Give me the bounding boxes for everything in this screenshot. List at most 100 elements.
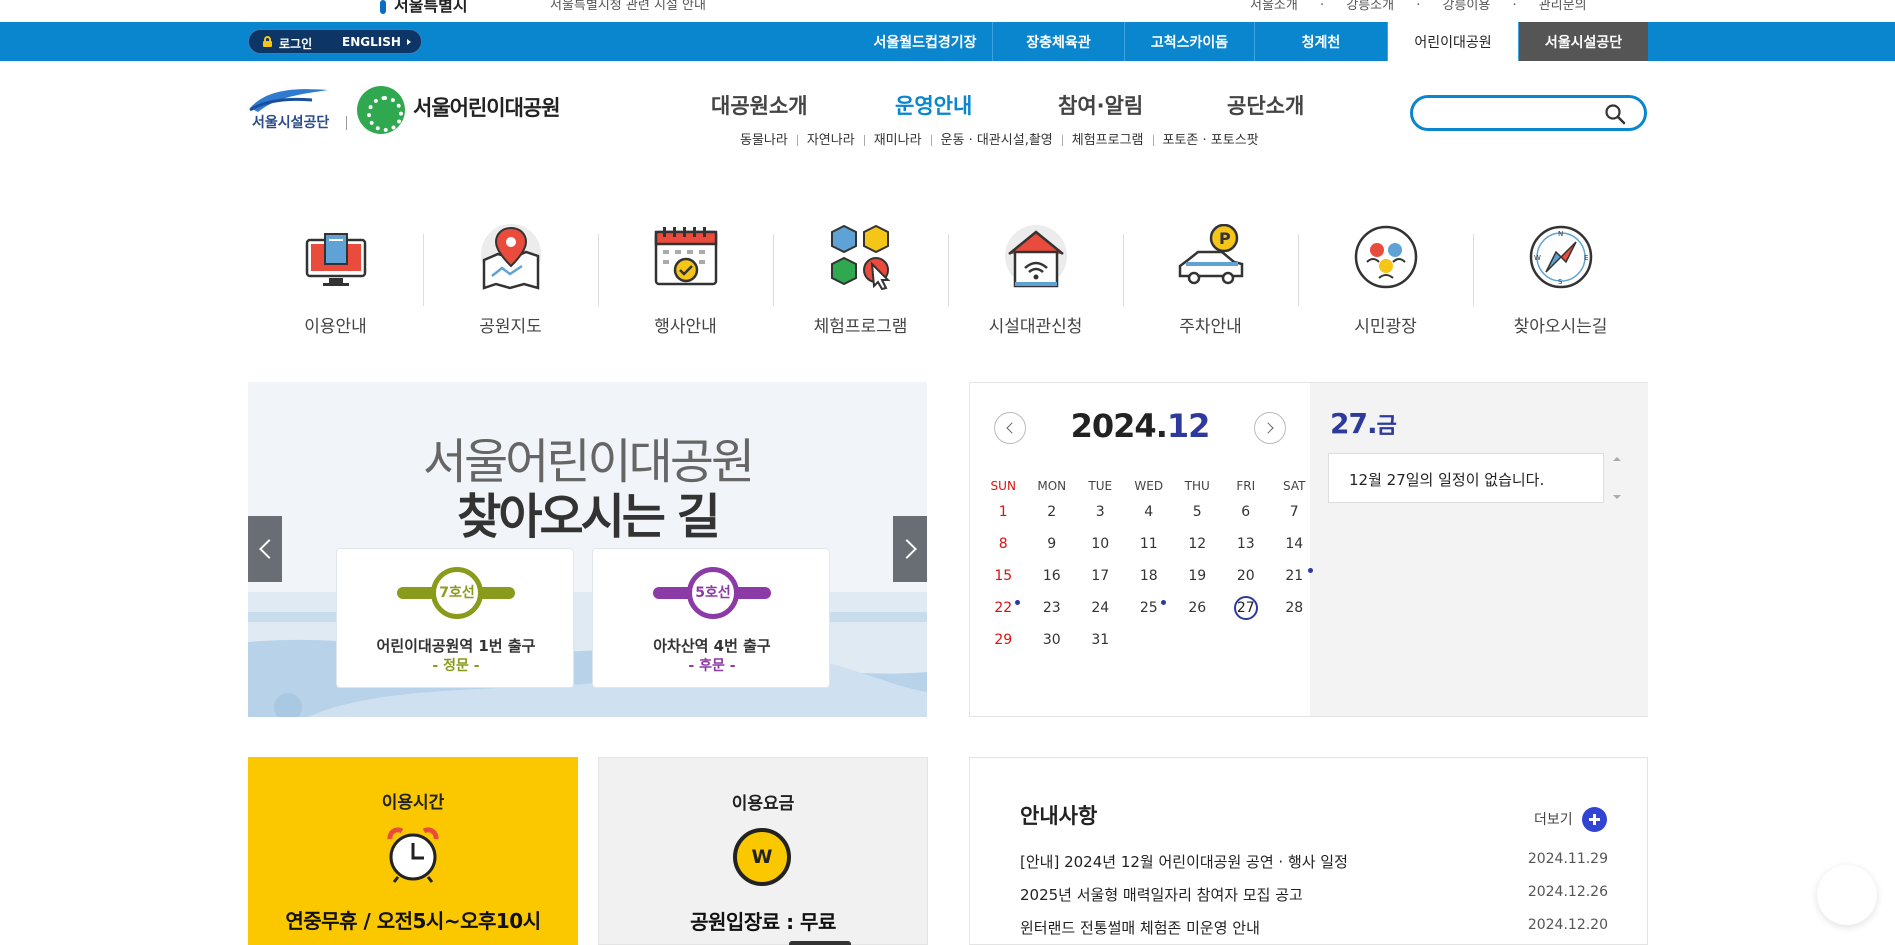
banner-prev-button[interactable] — [248, 516, 282, 582]
calendar-day[interactable]: 8 — [979, 528, 1028, 560]
calendar-day[interactable]: 4 — [1125, 496, 1174, 528]
calendar-day[interactable]: 27 — [1222, 592, 1271, 624]
nav-corporation[interactable]: 공단소개 — [1227, 90, 1304, 120]
next-month-button[interactable] — [1254, 412, 1286, 444]
site-link-worldcup[interactable]: 서울월드컵경기장 — [858, 22, 992, 61]
subnav-program[interactable]: 체험프로그램 — [1072, 133, 1144, 148]
banner-title-line2: 찾아오시는 길 — [457, 489, 721, 545]
calendar-day[interactable]: 7 — [1270, 496, 1319, 528]
notice-item[interactable]: 2025년 서울형 매력일자리 참여자 모집 공고 2024.12.26 — [1020, 884, 1608, 917]
calendar-month: 12 — [1166, 407, 1211, 445]
calendar-day[interactable]: 15 — [979, 560, 1028, 592]
calendar-day[interactable]: 29 — [979, 624, 1028, 656]
calendar-day[interactable]: 10 — [1076, 528, 1125, 560]
day-number: 7 — [1289, 504, 1299, 520]
day-number: 20 — [1236, 568, 1255, 584]
calendar-day[interactable]: 5 — [1173, 496, 1222, 528]
quick-events[interactable]: 행사안내 — [598, 222, 773, 342]
calendar-day[interactable]: 14 — [1270, 528, 1319, 560]
top-utility-links[interactable]: 서울소개 · 강릉소개 · 강릉이용 · 관리문의 — [1250, 0, 1587, 13]
day-number: 1 — [998, 504, 1008, 520]
calendar-day[interactable]: 31 — [1076, 624, 1125, 656]
calendar-day[interactable]: 17 — [1076, 560, 1125, 592]
alarm-clock-icon — [387, 827, 439, 883]
quick-label: 주차안내 — [1179, 317, 1242, 337]
site-link-gocheok[interactable]: 고척스카이돔 — [1124, 22, 1254, 61]
quick-guide[interactable]: 이용안내 — [248, 222, 423, 342]
search-input[interactable] — [1427, 102, 1607, 124]
calendar-day[interactable]: 12 — [1173, 528, 1222, 560]
subnav-animal[interactable]: 동물나라 — [740, 133, 788, 148]
calendar-day[interactable]: 28 — [1270, 592, 1319, 624]
quick-park-map[interactable]: 공원지도 — [423, 222, 598, 342]
calendar-day[interactable]: 1 — [979, 496, 1028, 528]
floating-button[interactable] — [1817, 865, 1877, 925]
day-number: 6 — [1241, 504, 1251, 520]
subnav-divider — [863, 135, 865, 146]
calendar-day[interactable]: 22 — [979, 592, 1028, 624]
subnav-photo[interactable]: 포토존 · 포토스팟 — [1163, 133, 1259, 148]
fee-box[interactable]: 이용요금 W 공원입장료 : 무료 — [598, 757, 928, 945]
calendar-day[interactable]: 23 — [1028, 592, 1077, 624]
calendar-day[interactable]: 25 — [1125, 592, 1174, 624]
calendar-day[interactable]: 19 — [1173, 560, 1222, 592]
top-news[interactable]: 서울특별시청 관련 시설 안내 — [550, 0, 706, 13]
line5-gate: - 후문 - — [688, 658, 736, 674]
calendar-day[interactable]: 30 — [1028, 624, 1077, 656]
notice-item[interactable]: [안내] 2024년 12월 어린이대공원 공연 · 행사 일정 2024.11.… — [1020, 851, 1608, 884]
notice-item[interactable]: 윈터랜드 전통썰매 체험존 미운영 안내 2024.12.20 — [1020, 917, 1608, 945]
line7-gate: - 정문 - — [432, 658, 480, 674]
svg-text:W: W — [1534, 254, 1541, 262]
plus-icon[interactable] — [1582, 807, 1607, 832]
subnav-nature[interactable]: 자연나라 — [807, 133, 855, 148]
hours-box[interactable]: 이용시간 연중무휴 / 오전5시~오후10시 — [248, 757, 578, 945]
calendar-day[interactable]: 26 — [1173, 592, 1222, 624]
calendar-day[interactable]: 24 — [1076, 592, 1125, 624]
event-list-scrollbar[interactable] — [1610, 453, 1624, 503]
subnav-divider — [1152, 135, 1154, 146]
calendar-year: 2024. — [1070, 407, 1168, 445]
won-coin-icon: W — [733, 828, 791, 886]
calendar-day[interactable]: 2 — [1028, 496, 1077, 528]
banner-next-button[interactable] — [893, 516, 927, 582]
calendar-day[interactable]: 11 — [1125, 528, 1174, 560]
quick-directions[interactable]: N S W E 찾아오시는길 — [1473, 222, 1648, 342]
seoul-city-logo[interactable]: 서울특별시 — [380, 0, 468, 16]
nav-about-park[interactable]: 대공원소개 — [711, 90, 808, 120]
subnav-sports[interactable]: 운동 · 대관시설,촬영 — [941, 133, 1053, 148]
calendar-day[interactable]: 9 — [1028, 528, 1077, 560]
english-link[interactable]: ENGLISH — [342, 35, 411, 49]
calendar-day[interactable]: 18 — [1125, 560, 1174, 592]
event-dot — [1160, 600, 1166, 605]
notice-more-link[interactable]: 더보기 — [1534, 809, 1573, 829]
calendar-day[interactable]: 16 — [1028, 560, 1077, 592]
nav-operation[interactable]: 운영안내 — [895, 90, 972, 120]
quick-label: 체험프로그램 — [813, 317, 908, 337]
site-link-childrens-park[interactable]: 어린이대공원 — [1387, 22, 1518, 61]
subnav-fun[interactable]: 재미나라 — [874, 133, 922, 148]
search-icon[interactable] — [1604, 103, 1626, 125]
sisul-logo[interactable]: 서울시설공단 — [248, 86, 330, 134]
top-strip: 서울특별시 서울특별시청 관련 시설 안내 서울소개 · 강릉소개 · 강릉이용… — [0, 0, 1895, 22]
nav-participation[interactable]: 참여·알림 — [1058, 90, 1143, 120]
calendar-day[interactable]: 13 — [1222, 528, 1271, 560]
weekday-header: TUE — [1088, 479, 1113, 493]
site-link-cheonggyecheon[interactable]: 청계천 — [1254, 22, 1387, 61]
prev-month-button[interactable] — [994, 412, 1026, 444]
quick-parking[interactable]: P 주차안내 — [1123, 222, 1298, 342]
quick-plaza[interactable]: 시민광장 — [1298, 222, 1473, 342]
calendar-day[interactable]: 20 — [1222, 560, 1271, 592]
directions-banner[interactable]: 서울어린이대공원 찾아오시는 길 7호선 어린이대공원역 1번 출구 - 정문 … — [248, 382, 927, 717]
quick-facility-rental[interactable]: 시설대관신청 — [948, 222, 1123, 342]
day-number: 31 — [1091, 632, 1110, 648]
quick-experience[interactable]: 체험프로그램 — [773, 222, 948, 342]
day-number: 3 — [1095, 504, 1105, 520]
calendar-day[interactable]: 3 — [1076, 496, 1125, 528]
calendar-day[interactable]: 6 — [1222, 496, 1271, 528]
site-link-sisul[interactable]: 서울시설공단 — [1518, 22, 1648, 61]
login-link[interactable]: 로그인 — [279, 35, 312, 52]
weekday-header: SUN — [990, 479, 1016, 493]
day-number: 5 — [1192, 504, 1202, 520]
calendar-day[interactable]: 21 — [1270, 560, 1319, 592]
site-link-jangchung[interactable]: 장충체육관 — [992, 22, 1124, 61]
